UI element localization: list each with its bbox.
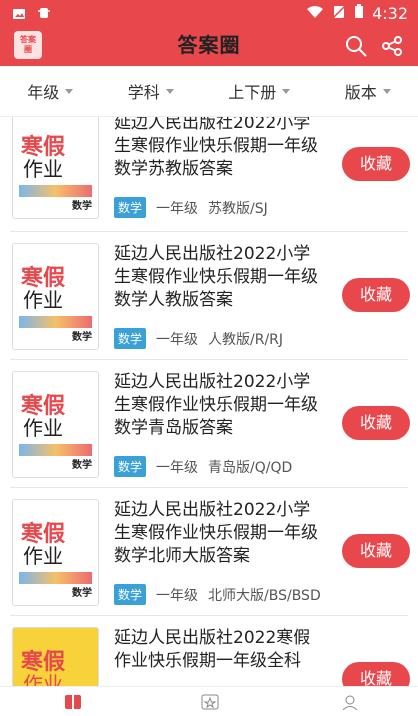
nav-book-icon[interactable] — [58, 692, 88, 712]
book-cover: 寒假 作业 数学 — [12, 371, 99, 478]
grade: 一年级 — [156, 459, 199, 476]
divider — [10, 231, 408, 232]
grade: 一年级 — [156, 200, 199, 217]
filter-bar: 年级 学科 上下册 版本 — [0, 66, 418, 117]
no-sim-icon — [332, 4, 346, 23]
caret-down-icon — [165, 88, 174, 94]
item-title: 延边人民出版社2022小学生寒假作业快乐假期一年级数学苏教版答案 — [114, 117, 318, 179]
share-icon[interactable] — [380, 34, 404, 62]
list-item[interactable]: 寒假 作业 延边人民出版社2022寒假作业快乐假期一年级全科 收藏 — [10, 627, 410, 686]
filter-grade[interactable]: 年级 — [27, 79, 74, 103]
item-meta: 数学 一年级 人教版/R/RJ — [114, 328, 283, 349]
favorite-button[interactable]: 收藏 — [342, 534, 410, 568]
nav-star-icon[interactable] — [195, 692, 225, 712]
filter-label: 学科 — [127, 83, 160, 102]
item-title: 延边人民出版社2022寒假作业快乐假期一年级全科 — [114, 628, 311, 671]
bottom-nav — [0, 686, 418, 716]
divider — [10, 615, 408, 616]
item-meta: 数学 一年级 北师大版/BS/BSD — [114, 584, 321, 605]
favorite-button[interactable]: 收藏 — [342, 147, 410, 181]
grade: 一年级 — [156, 587, 199, 604]
caret-down-icon — [65, 88, 74, 94]
caret-down-icon — [382, 88, 391, 94]
item-title: 延边人民出版社2022小学生寒假作业快乐假期一年级数学青岛版答案 — [114, 372, 318, 438]
filter-volume[interactable]: 上下册 — [228, 79, 291, 103]
filter-label: 上下册 — [228, 83, 277, 102]
filter-subject[interactable]: 学科 — [128, 79, 174, 103]
edition: 青岛版/Q/QD — [208, 459, 293, 476]
favorite-button[interactable]: 收藏 — [342, 662, 410, 686]
item-title: 延边人民出版社2022小学生寒假作业快乐假期一年级数学人教版答案 — [114, 244, 318, 310]
status-bar: 4:32 — [0, 0, 418, 28]
item-title: 延边人民出版社2022小学生寒假作业快乐假期一年级数学北师大版答案 — [114, 500, 318, 566]
book-cover: 寒假 作业 数学 — [12, 243, 99, 350]
subject-tag: 数学 — [114, 456, 147, 477]
item-meta: 数学 一年级 苏教版/SJ — [114, 197, 268, 218]
list-item[interactable]: 寒假 作业 数学 延边人民出版社2022小学生寒假作业快乐假期一年级数学北师大版答案… — [10, 499, 410, 616]
app-bar: 答案 圈 答案圈 — [0, 28, 418, 66]
book-cover: 寒假 作业 数学 — [12, 499, 99, 606]
subject-tag: 数学 — [114, 197, 147, 218]
item-meta: 数学 一年级 青岛版/Q/QD — [114, 456, 292, 477]
grade: 一年级 — [156, 331, 199, 348]
edition: 北师大版/BS/BSD — [208, 587, 321, 604]
subject-tag: 数学 — [114, 328, 147, 349]
subject-tag: 数学 — [114, 584, 147, 605]
appbar-actions — [344, 34, 404, 62]
nav-user-icon[interactable] — [335, 692, 365, 712]
list-item[interactable]: 寒假 作业 数学 延边人民出版社2022小学生寒假作业快乐假期一年级数学苏教版答案 … — [10, 117, 410, 229]
filter-label: 年级 — [27, 83, 60, 102]
answer-list: 寒假 作业 数学 延边人民出版社2022小学生寒假作业快乐假期一年级数学苏教版答案 … — [0, 117, 418, 686]
search-icon[interactable] — [344, 34, 368, 62]
book-cover: 寒假 作业 数学 — [12, 117, 99, 219]
list-item[interactable]: 寒假 作业 数学 延边人民出版社2022小学生寒假作业快乐假期一年级数学青岛版答案 … — [10, 371, 410, 488]
caret-down-icon — [282, 88, 291, 94]
filter-label: 版本 — [344, 83, 377, 102]
filter-edition[interactable]: 版本 — [345, 79, 391, 103]
edition: 人教版/R/RJ — [208, 331, 284, 348]
wifi-icon — [306, 4, 324, 23]
battery-icon — [354, 3, 364, 23]
favorite-button[interactable]: 收藏 — [342, 278, 410, 312]
image-icon — [12, 6, 26, 25]
time: 4:32 — [372, 3, 408, 23]
favorite-button[interactable]: 收藏 — [342, 406, 410, 440]
list-item[interactable]: 寒假 作业 数学 延边人民出版社2022小学生寒假作业快乐假期一年级数学人教版答案 … — [10, 243, 410, 360]
edition: 苏教版/SJ — [208, 200, 268, 217]
divider — [10, 487, 408, 488]
divider — [10, 359, 408, 360]
bug-icon — [36, 5, 52, 25]
book-cover: 寒假 作业 — [12, 627, 99, 686]
